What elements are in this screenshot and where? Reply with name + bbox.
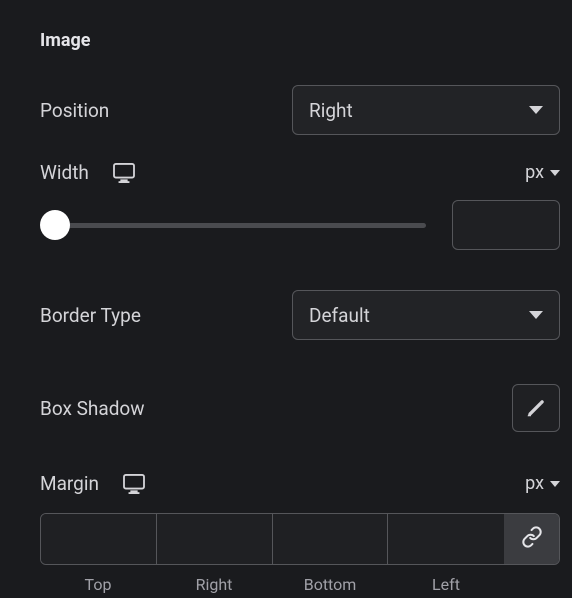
box-shadow-label: Box Shadow: [40, 397, 145, 420]
margin-left-input[interactable]: [388, 514, 504, 564]
margin-unit-toggle[interactable]: px: [525, 473, 560, 494]
margin-link-button[interactable]: [504, 514, 559, 564]
border-type-select-value: Default: [309, 304, 370, 327]
position-row: Position Right: [40, 85, 560, 135]
width-input[interactable]: [452, 200, 560, 250]
position-select[interactable]: Right: [292, 85, 560, 135]
width-unit-toggle[interactable]: px: [525, 162, 560, 183]
margin-inputs: [40, 513, 560, 565]
position-label: Position: [40, 99, 109, 122]
box-shadow-edit-button[interactable]: [512, 384, 560, 432]
margin-right-label: Right: [156, 575, 272, 594]
border-type-label: Border Type: [40, 304, 141, 327]
box-shadow-row: Box Shadow: [40, 384, 560, 432]
margin-label: Margin: [40, 472, 99, 495]
chevron-down-icon: [550, 170, 560, 176]
border-type-row: Border Type Default: [40, 290, 560, 340]
section-title: Image: [40, 30, 560, 51]
margin-bottom-label: Bottom: [272, 575, 388, 594]
width-slider[interactable]: [40, 210, 426, 240]
chevron-down-icon: [529, 106, 543, 114]
position-select-value: Right: [309, 99, 353, 122]
pencil-icon: [525, 397, 547, 419]
chevron-down-icon: [550, 481, 560, 487]
margin-left-label: Left: [388, 575, 504, 594]
link-icon: [521, 526, 543, 552]
margin-row: Margin px: [40, 472, 560, 495]
desktop-icon[interactable]: [113, 163, 135, 183]
margin-top-label: Top: [40, 575, 156, 594]
width-row: Width px: [40, 161, 560, 184]
width-label: Width: [40, 161, 89, 184]
chevron-down-icon: [529, 311, 543, 319]
slider-track: [50, 223, 426, 228]
border-type-select[interactable]: Default: [292, 290, 560, 340]
width-unit-label: px: [525, 162, 544, 183]
margin-bottom-input[interactable]: [273, 514, 388, 564]
margin-unit-label: px: [525, 473, 544, 494]
width-slider-row: [40, 200, 560, 250]
margin-side-labels: Top Right Bottom Left: [40, 575, 560, 594]
slider-thumb[interactable]: [40, 210, 70, 240]
desktop-icon[interactable]: [123, 474, 145, 494]
margin-right-input[interactable]: [157, 514, 272, 564]
margin-top-input[interactable]: [41, 514, 156, 564]
